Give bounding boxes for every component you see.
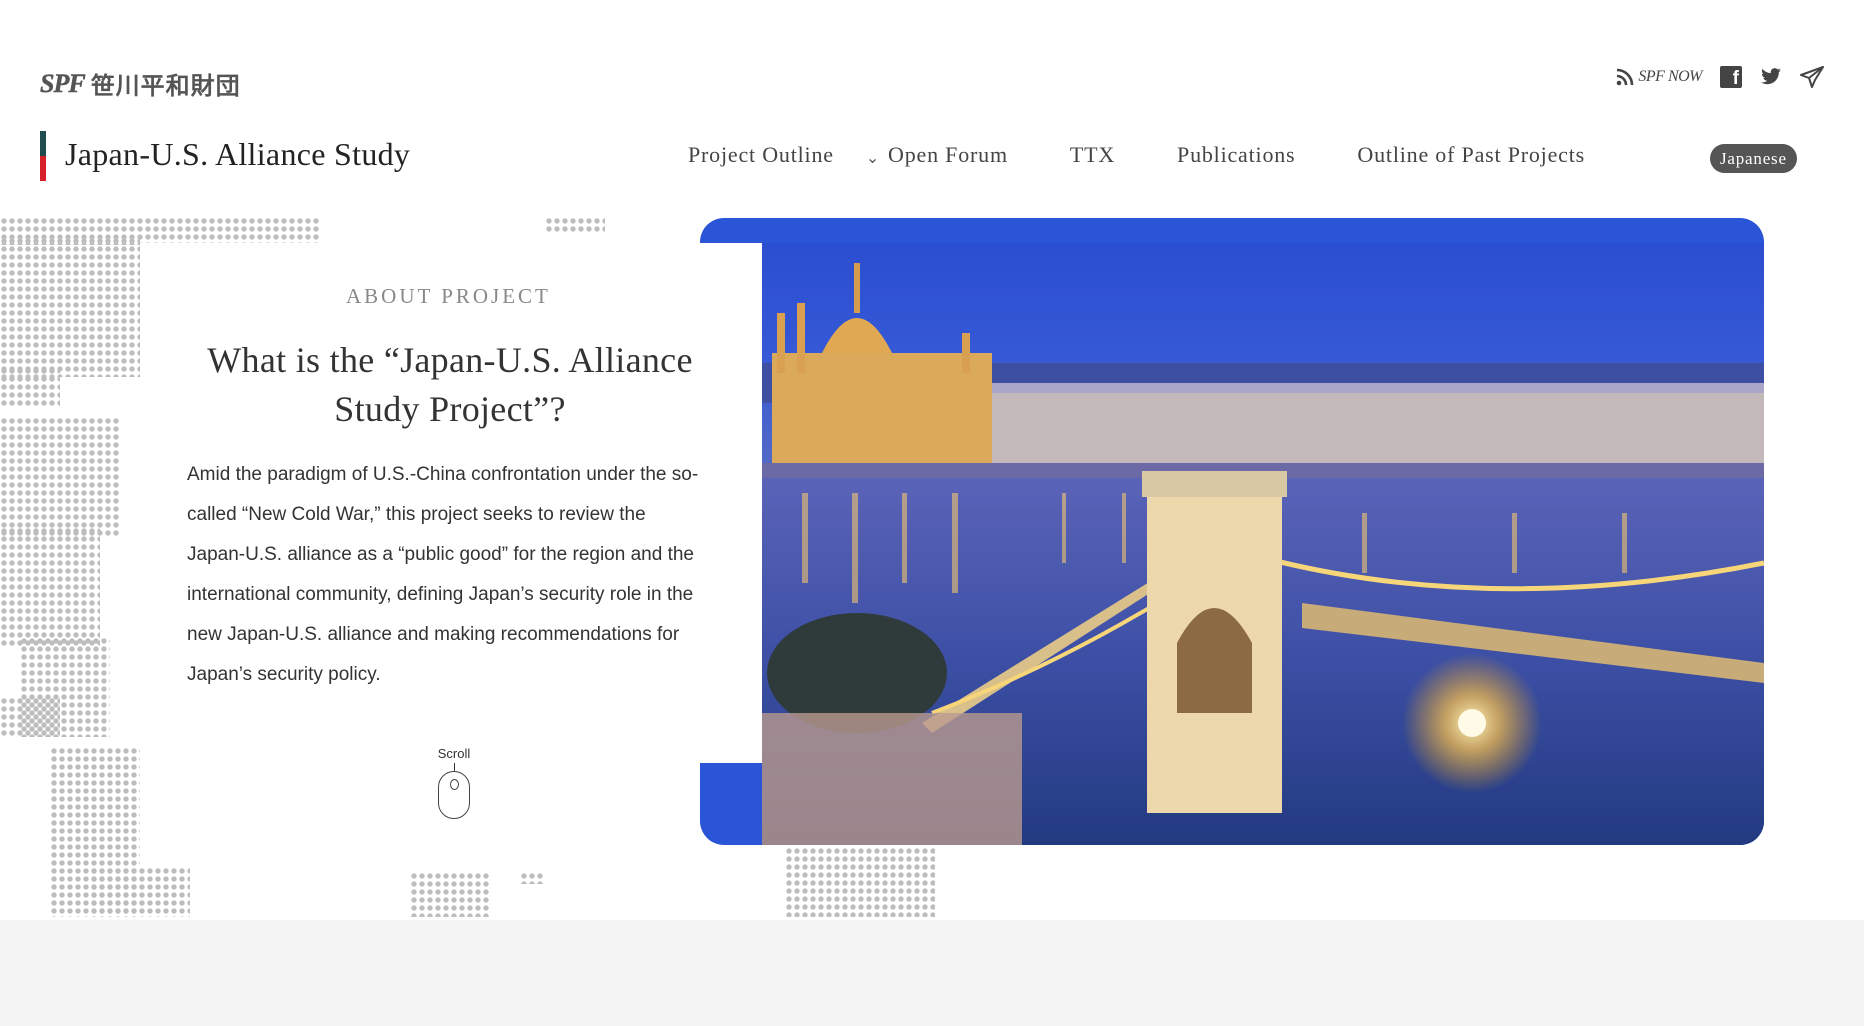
main-nav: Project Outline ⌄ Open Forum TTX Publica… (688, 142, 1585, 168)
social-bar: SPF NOW f (1616, 66, 1824, 88)
scroll-label: Scroll (437, 746, 471, 761)
title-accent-top (40, 131, 46, 156)
spf-logo[interactable]: SPF 笹川平和財団 (40, 66, 241, 101)
title-accent-bottom (40, 156, 46, 181)
spf-now-label: SPF NOW (1638, 68, 1702, 85)
map-dots (520, 872, 544, 884)
about-project-label: ABOUT PROJECT (346, 284, 551, 308)
nav-project-outline[interactable]: Project Outline (688, 142, 834, 168)
map-dots (0, 237, 140, 377)
paper-plane-icon (1800, 66, 1824, 88)
map-dots (0, 417, 120, 537)
twitter-icon (1761, 68, 1781, 85)
about-project-title: What is the “Japan-U.S. Alliance Study P… (207, 340, 693, 429)
footer-strip (0, 920, 1864, 1026)
facebook-link[interactable]: f (1720, 66, 1742, 88)
about-project-body: Amid the paradigm of U.S.-China confront… (187, 464, 699, 685)
top-bar: SPF 笹川平和財団 SPF NOW f (0, 0, 1864, 120)
map-dots (545, 217, 605, 233)
spf-now-link[interactable]: SPF NOW (1616, 68, 1702, 86)
facebook-icon: f (1720, 66, 1742, 88)
title-accent-bar (40, 131, 46, 181)
twitter-link[interactable] (1760, 68, 1782, 86)
map-dots (785, 847, 935, 917)
chevron-down-icon[interactable]: ⌄ (866, 148, 880, 168)
rss-icon (1617, 68, 1634, 86)
map-dots (410, 872, 490, 917)
language-toggle-button[interactable]: Japanese (1710, 144, 1797, 173)
parliament-building (772, 263, 992, 463)
nav-ttx[interactable]: TTX (1070, 142, 1115, 168)
nav-open-forum[interactable]: Open Forum (888, 142, 1008, 168)
site-title[interactable]: Japan-U.S. Alliance Study (65, 136, 410, 173)
map-dots (0, 527, 100, 647)
mouse-icon (438, 771, 470, 819)
map-dots (0, 697, 60, 737)
spf-logo-text: 笹川平和財団 (90, 72, 241, 100)
nav-outline-past-projects[interactable]: Outline of Past Projects (1357, 142, 1585, 168)
scroll-line (453, 763, 455, 771)
nav-publications[interactable]: Publications (1177, 142, 1295, 168)
scroll-indicator[interactable]: Scroll (432, 746, 476, 819)
city-night-illustration (762, 263, 1764, 845)
site-header: Japan-U.S. Alliance Study Project Outlin… (0, 120, 1864, 190)
share-link[interactable] (1800, 66, 1824, 88)
map-dots (0, 367, 60, 407)
spf-logo-mark: SPF (40, 68, 86, 98)
hero-photo-budapest (762, 243, 1764, 845)
map-dots (90, 867, 190, 917)
